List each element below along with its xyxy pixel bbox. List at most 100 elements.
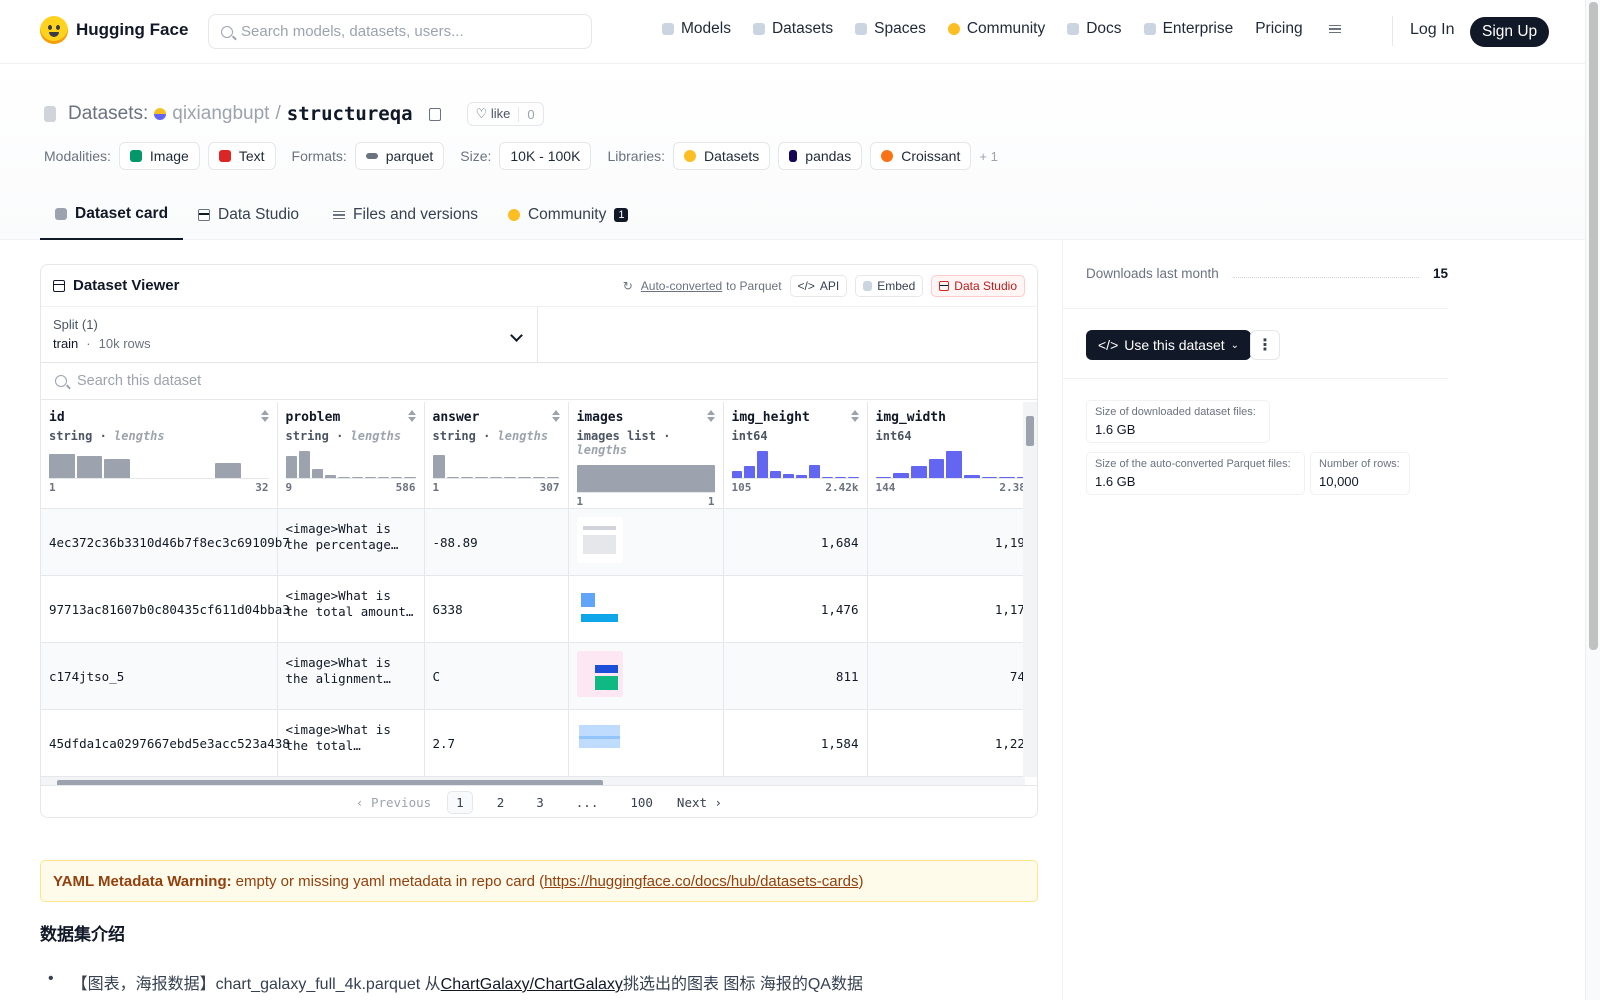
image-thumbnail[interactable] — [576, 718, 623, 764]
sort-icon[interactable] — [407, 410, 416, 422]
like-button[interactable]: ♡ like 0 — [466, 102, 544, 126]
column-header-1[interactable]: problem string · lengths 9 586 — [277, 402, 425, 509]
tag-croissant[interactable]: Croissant — [870, 142, 972, 170]
tab-files-and-versions[interactable]: Files and versions — [314, 190, 493, 240]
nav-spaces[interactable]: Spaces — [855, 20, 926, 38]
page-100[interactable]: 100 — [622, 792, 661, 813]
cell-images[interactable] — [568, 508, 724, 576]
data-studio-button[interactable]: Data Studio — [931, 274, 1025, 297]
cell-img-height[interactable]: 1,684 — [723, 508, 868, 576]
cell-img-height[interactable]: 1,584 — [723, 709, 868, 777]
data-table[interactable]: id string · lengths 1 32 problem string · len… — [41, 402, 1025, 777]
tag-text[interactable]: Text — [207, 142, 276, 170]
warning-link[interactable]: https://huggingface.co/docs/hub/datasets… — [544, 873, 858, 890]
signup-button[interactable]: Sign Up — [1470, 17, 1550, 47]
tab-label: Community — [527, 206, 607, 223]
column-header-2[interactable]: answer string · lengths 1 307 — [424, 402, 569, 509]
dataset-search-input[interactable]: Search this dataset — [41, 363, 1037, 400]
breadcrumb-section[interactable]: Datasets: — [68, 103, 148, 125]
page-2[interactable]: 2 — [489, 792, 513, 813]
login-link[interactable]: Log In — [1410, 21, 1454, 39]
cell-id[interactable]: 97713ac81607b0c80435cf611d04bba3 — [41, 575, 290, 643]
tag-parquet[interactable]: parquet — [354, 142, 445, 170]
cell-img-width[interactable]: 746 — [867, 642, 1025, 710]
global-search-input[interactable]: Search models, datasets, users... — [208, 14, 592, 49]
sort-icon[interactable] — [260, 410, 269, 422]
cell-answer[interactable]: C — [424, 642, 569, 710]
page-scrollbar[interactable] — [1585, 0, 1600, 1000]
column-header-4[interactable]: img_height int64 105 2.42k — [723, 402, 868, 509]
split-select[interactable]: Split (1) train · 10k rows — [41, 307, 538, 363]
cell-problem[interactable]: <image>What is the percentage change in … — [277, 508, 425, 576]
nav-models[interactable]: Models — [662, 20, 731, 38]
copy-icon[interactable] — [428, 107, 441, 121]
table-icon — [939, 280, 950, 291]
chevron-down-icon: ⌄ — [1230, 339, 1240, 351]
next-page-button[interactable]: Next › — [677, 795, 722, 810]
thumbnail-shape — [581, 613, 618, 623]
thumbnail-shape — [583, 526, 616, 530]
tab-data-studio[interactable]: Data Studio — [183, 190, 314, 240]
column-header-0[interactable]: id string · lengths 1 32 — [41, 402, 278, 509]
hugging-face-logo[interactable]: Hugging Face — [40, 16, 188, 44]
table-row[interactable]: c174jtso_5<image>What is the alignment s… — [41, 642, 1025, 710]
more-options-button[interactable]: ⋮ — [1250, 330, 1280, 360]
cell-images[interactable] — [568, 575, 724, 643]
cell-images[interactable] — [568, 709, 724, 777]
page-1[interactable]: 1 — [447, 791, 473, 814]
vertical-scrollbar[interactable] — [1023, 402, 1037, 777]
cell-id[interactable]: 45dfda1ca0297667ebd5e3acc523a438 — [41, 709, 290, 777]
table-row[interactable]: 45dfda1ca0297667ebd5e3acc523a438 <image>W… — [41, 709, 1025, 777]
cell-answer[interactable]: -88.89 — [424, 508, 569, 576]
chartgalaxy-link[interactable]: ChartGalaxy/ChartGalaxy — [441, 976, 623, 993]
embed-button[interactable]: Embed — [855, 274, 924, 297]
table-row[interactable]: 4ec372c36b3310d46b7f8ec3c69109b7 <image>W… — [41, 508, 1025, 576]
tab-community[interactable]: Community 1 — [493, 190, 644, 240]
column-header-3[interactable]: images images list · lengths 1 1 — [568, 402, 724, 509]
row-count-value: 10,000 — [1319, 474, 1359, 489]
cell-problem[interactable]: <image>What is the alignment style of th… — [277, 642, 425, 710]
cell-img-width[interactable]: 1,170 — [867, 575, 1025, 643]
nav-community[interactable]: Community — [947, 20, 1045, 38]
cell-id[interactable]: 4ec372c36b3310d46b7f8ec3c69109b7 — [41, 508, 290, 576]
histogram-bar — [461, 476, 474, 478]
more-libraries[interactable]: + 1 — [979, 149, 997, 164]
api-button[interactable]: </> API — [789, 274, 848, 297]
cell-images[interactable] — [568, 642, 724, 710]
cell-img-height[interactable]: 1,476 — [723, 575, 868, 643]
cell-answer[interactable]: 6338 — [424, 575, 569, 643]
cell-answer[interactable]: 2.7 — [424, 709, 569, 777]
table-row[interactable]: 97713ac81607b0c80435cf611d04bba3 <image>W… — [41, 575, 1025, 643]
tag-pandas[interactable]: pandas — [778, 142, 863, 170]
nav-docs[interactable]: Docs — [1067, 20, 1122, 38]
like-label: ♡ like — [475, 106, 511, 121]
auto-converted-link[interactable]: Auto-converted — [641, 279, 722, 293]
cell-img-width[interactable]: 1,191 — [867, 508, 1025, 576]
cell-img-height[interactable]: 811 — [723, 642, 868, 710]
cell-img-width[interactable]: 1,224 — [867, 709, 1025, 777]
image-thumbnail[interactable] — [576, 584, 623, 630]
tag-image[interactable]: Image — [118, 142, 200, 170]
page-3[interactable]: 3 — [528, 792, 552, 813]
image-thumbnail[interactable] — [576, 651, 623, 697]
repo-name[interactable]: structureqa — [287, 103, 413, 125]
tab-dataset-card[interactable]: Dataset card — [40, 190, 184, 240]
cell-id[interactable]: c174jtso_5 — [41, 642, 278, 710]
sort-icon[interactable] — [551, 410, 560, 422]
tag-size[interactable]: 10K - 100K — [499, 142, 592, 170]
tag-datasets-lib[interactable]: Datasets — [673, 142, 771, 170]
cell-problem[interactable]: <image>What is the total allowance for t… — [277, 709, 425, 777]
previous-page-button[interactable]: ‹ Previous — [356, 795, 431, 810]
image-thumbnail[interactable] — [576, 517, 623, 563]
owner-avatar — [154, 108, 167, 120]
nav-datasets[interactable]: Datasets — [752, 20, 833, 38]
cell-problem[interactable]: <image>What is the total amount of donat… — [277, 575, 425, 643]
use-this-dataset-button[interactable]: </> Use this dataset ⌄ — [1086, 330, 1252, 360]
column-header-5[interactable]: img_width int64 144 2.38k — [867, 402, 1025, 509]
owner-link[interactable]: qixiangbupt — [172, 103, 269, 125]
nav-pricing[interactable]: Pricing — [1255, 20, 1302, 38]
nav-more-menu[interactable] — [1325, 24, 1341, 34]
nav-enterprise[interactable]: Enterprise — [1143, 20, 1233, 38]
sort-icon[interactable] — [706, 410, 715, 422]
sort-icon[interactable] — [850, 410, 859, 422]
